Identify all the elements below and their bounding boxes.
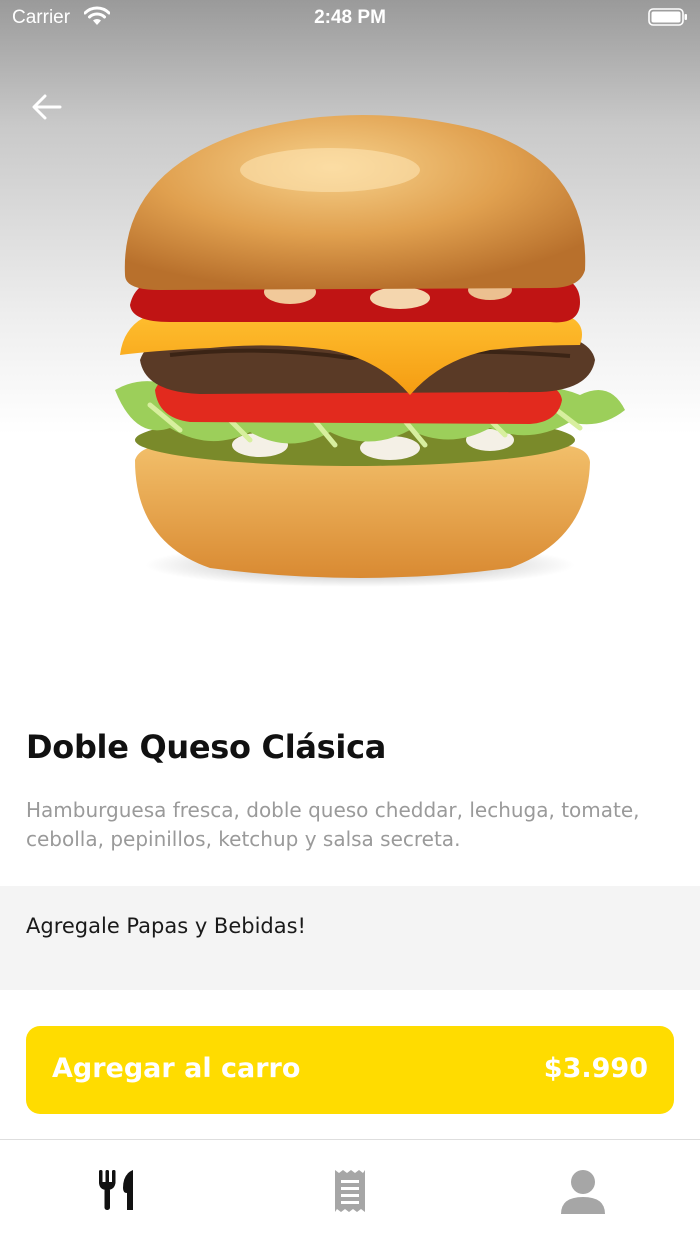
receipt-icon: [334, 1170, 365, 1212]
product-description: Hamburguesa fresca, doble queso cheddar,…: [26, 798, 640, 851]
tab-menu[interactable]: [0, 1140, 233, 1244]
product-hero: Carrier 2:48 PM: [0, 0, 700, 700]
extras-section[interactable]: Agregale Papas y Bebidas!: [0, 886, 700, 990]
add-to-cart-button[interactable]: Agregar al carro $3.990: [26, 1026, 674, 1114]
fork-knife-icon: [98, 1170, 133, 1210]
burger-image: [115, 115, 625, 587]
tab-bar: [0, 1139, 700, 1244]
tab-orders[interactable]: [233, 1140, 466, 1244]
tab-profile[interactable]: [466, 1140, 699, 1244]
price-label: $3.990: [543, 1053, 648, 1084]
user-icon: [560, 1170, 605, 1214]
battery-icon: [648, 8, 687, 26]
product-title: Doble Queso Clásica: [26, 728, 387, 766]
add-to-cart-label: Agregar al carro: [52, 1053, 301, 1084]
back-button[interactable]: [26, 86, 68, 128]
clock-label: 2:48 PM: [314, 7, 386, 28]
status-bar: Carrier 2:48 PM: [0, 0, 700, 40]
extras-label: Agregale Papas y Bebidas!: [26, 914, 306, 938]
arrow-left-icon: [32, 94, 62, 120]
